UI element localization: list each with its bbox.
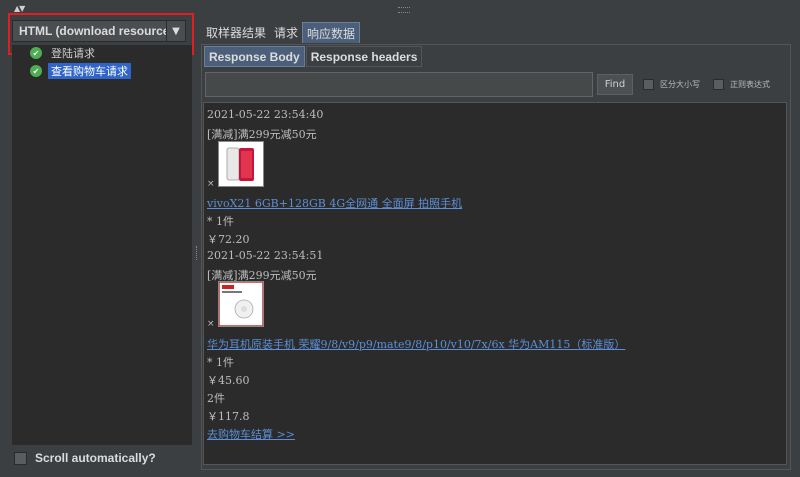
case-sensitive-label: 区分大小写: [660, 80, 700, 89]
success-shield-icon: ✔: [30, 47, 42, 59]
splitter-grip-icon[interactable]: [398, 7, 410, 13]
response-body[interactable]: 2021-05-22 23:54:40 [满减]满299元减50元 × vivo…: [203, 102, 787, 465]
checkbox-box[interactable]: [713, 79, 724, 90]
close-icon: ×: [207, 319, 215, 329]
outer-tabs: 取样器结果 请求 响应数据: [202, 22, 361, 44]
case-sensitive-checkbox[interactable]: 区分大小写: [643, 79, 700, 90]
product-image: [218, 281, 264, 327]
total-quantity: 2件: [207, 392, 225, 405]
splitter-grip-icon[interactable]: [196, 246, 200, 260]
tab-response-headers[interactable]: Response headers: [305, 46, 423, 67]
price: ￥72.20: [207, 233, 250, 246]
tree-item-view-cart[interactable]: ✔ 查看购物车请求: [12, 63, 131, 79]
scroll-automatically-label: Scroll automatically?: [35, 451, 156, 465]
find-button[interactable]: Find: [597, 74, 633, 95]
total-price: ￥117.8: [207, 410, 250, 423]
inner-tabs: Response Body Response headers: [204, 46, 423, 67]
checkout-link[interactable]: 去购物车结算 >>: [207, 426, 295, 442]
earphone-image-icon: [218, 281, 264, 327]
tree-item-login[interactable]: ✔ 登陆请求: [12, 45, 98, 61]
checkbox-box[interactable]: [643, 79, 654, 90]
tab-sampler-result[interactable]: 取样器结果: [202, 22, 270, 42]
tab-request[interactable]: 请求: [270, 22, 302, 42]
product-link[interactable]: 华为耳机原装手机 荣耀9/8/v9/p9/mate9/8/p10/v10/7x/…: [207, 336, 625, 352]
quantity: * 1件: [207, 215, 234, 228]
tree-item-label: 查看购物车请求: [48, 63, 131, 79]
close-icon: ×: [207, 179, 215, 189]
product-image: [218, 141, 264, 187]
promo-text: [满减]满299元减50元: [207, 128, 317, 141]
phone-image-icon: [219, 142, 263, 186]
scroll-automatically-checkbox[interactable]: Scroll automatically?: [14, 451, 156, 465]
search-input[interactable]: [205, 72, 593, 97]
tab-response-body[interactable]: Response Body: [204, 46, 305, 67]
regex-checkbox[interactable]: 正则表达式: [713, 79, 770, 90]
tree-item-label: 登陆请求: [51, 47, 95, 60]
success-shield-icon: ✔: [30, 65, 42, 77]
product-link[interactable]: vivoX21 6GB+128GB 4G全网通 全面屏 拍照手机: [207, 195, 462, 211]
tab-response-data[interactable]: 响应数据: [302, 22, 361, 43]
timestamp: 2021-05-22 23:54:51: [207, 249, 324, 262]
price: ￥45.60: [207, 374, 250, 387]
collapse-arrows-icon[interactable]: ▲▼: [14, 4, 25, 13]
quantity: * 1件: [207, 356, 234, 369]
timestamp: 2021-05-22 23:54:40: [207, 108, 324, 121]
checkbox-box[interactable]: [14, 451, 27, 465]
regex-label: 正则表达式: [730, 80, 770, 89]
results-tree[interactable]: ✔ 登陆请求 ✔ 查看购物车请求: [12, 45, 192, 445]
